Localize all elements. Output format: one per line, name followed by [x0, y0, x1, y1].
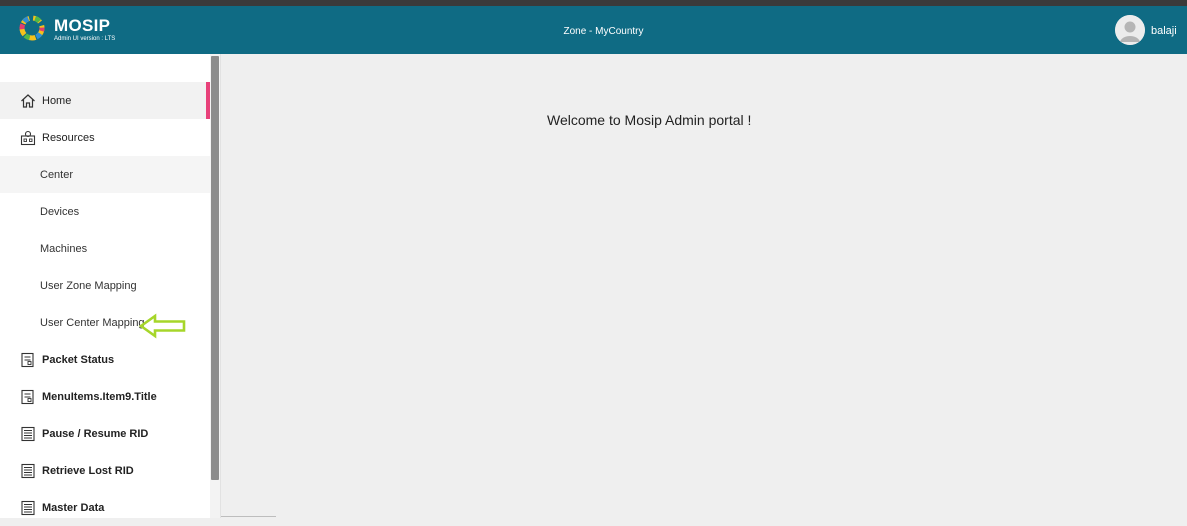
sidebar-item-label: Packet Status	[42, 353, 115, 366]
sidebar-item-home[interactable]: Home	[0, 82, 210, 119]
home-icon	[20, 93, 36, 109]
bottom-divider	[221, 516, 276, 517]
sidebar-item-pause-resume-rid[interactable]: Pause / Resume RID	[0, 415, 210, 452]
sidebar-item-label: Resources	[42, 131, 95, 144]
sidebar-item-label: User Zone Mapping	[40, 279, 137, 292]
packet-status-icon	[20, 352, 36, 368]
username[interactable]: balaji	[1151, 25, 1177, 37]
document-icon	[20, 389, 36, 405]
welcome-message: Welcome to Mosip Admin portal !	[547, 112, 752, 128]
sidebar-item-devices[interactable]: Devices	[0, 193, 210, 230]
sidebar-item-retrieve-lost-rid[interactable]: Retrieve Lost RID	[0, 452, 210, 489]
sidebar-item-label: MenuItems.Item9.Title	[42, 390, 157, 403]
sidebar-item-menuitems-item9[interactable]: MenuItems.Item9.Title	[0, 378, 210, 415]
sidebar-item-label: Center	[40, 168, 74, 181]
list-icon	[20, 500, 36, 516]
app-header: MOSIP Admin UI version : LTS Zone - MyCo…	[0, 6, 1187, 54]
content-divider	[220, 54, 221, 518]
sidebar-item-label: Devices	[40, 205, 80, 218]
sidebar-item-user-zone-mapping[interactable]: User Zone Mapping	[0, 267, 210, 304]
sidebar-item-machines[interactable]: Machines	[0, 230, 210, 267]
sidebar-item-packet-status[interactable]: Packet Status	[0, 341, 210, 378]
sidebar-item-label: User Center Mapping	[40, 316, 145, 329]
list-icon	[20, 426, 36, 442]
sidebar-item-label: Retrieve Lost RID	[42, 464, 134, 477]
annotation-arrow-icon	[138, 313, 187, 339]
sidebar-item-label: Home	[42, 94, 72, 107]
sidebar-item-center[interactable]: Center	[0, 156, 210, 193]
list-icon	[20, 463, 36, 479]
zone-label: Zone - MyCountry	[563, 26, 644, 37]
sidebar-item-label: Pause / Resume RID	[42, 427, 149, 440]
zone-label-wrapper: Zone - MyCountry	[0, 26, 1187, 37]
sidebar-item-resources[interactable]: Resources	[0, 119, 210, 156]
sidebar-item-label: Master Data	[42, 501, 105, 514]
sidebar-item-master-data[interactable]: Master Data	[0, 489, 210, 526]
sidebar: Home Resources Center Devices Machines U…	[0, 54, 210, 518]
resources-icon	[20, 130, 36, 146]
sidebar-item-label: Machines	[40, 242, 88, 255]
sidebar-scrollbar-thumb[interactable]	[211, 56, 219, 480]
avatar[interactable]	[1115, 15, 1145, 45]
